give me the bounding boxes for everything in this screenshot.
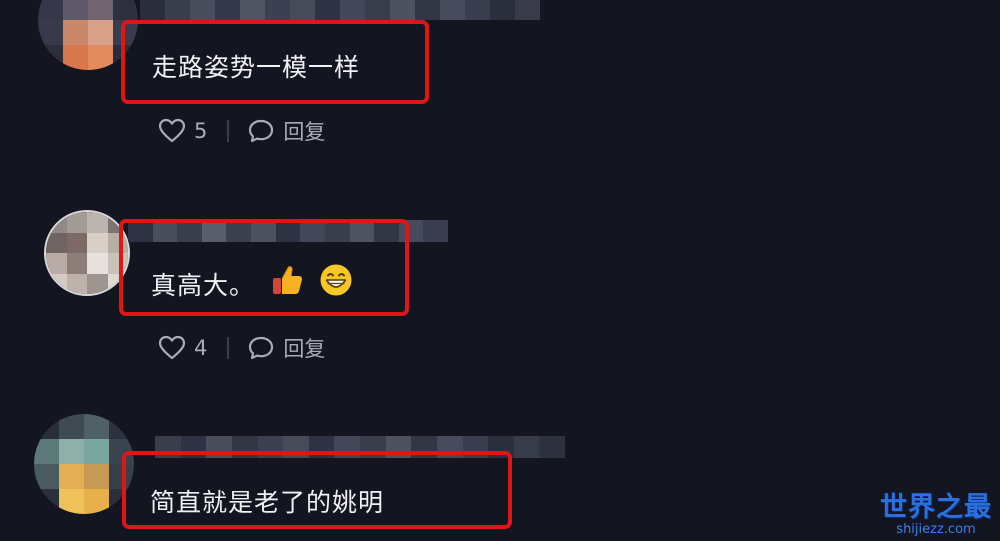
grinning-face-icon (319, 263, 353, 301)
speech-bubble-icon (247, 118, 275, 144)
divider (227, 337, 230, 359)
reply-label: 回复 (283, 120, 326, 144)
divider (227, 120, 230, 142)
watermark-url: shijiezz.com (896, 522, 976, 537)
username[interactable] (140, 0, 540, 20)
comment-text: 真高大。 (151, 271, 256, 300)
reply-button[interactable]: 回复 (247, 116, 325, 146)
heart-icon (158, 118, 186, 144)
thumbs-up-icon (270, 263, 304, 301)
heart-icon (158, 335, 186, 361)
watermark-logo: 世界之最 shijiezz.com (880, 493, 992, 537)
speech-bubble-icon (247, 335, 275, 361)
reply-label: 回复 (283, 337, 326, 361)
like-count: 4 (194, 336, 208, 360)
like-button[interactable]: 5 (158, 118, 207, 144)
reply-button[interactable]: 回复 (247, 333, 325, 363)
comment-text: 走路姿势一模一样 (152, 53, 361, 82)
like-count: 5 (194, 119, 208, 143)
avatar[interactable] (44, 210, 130, 296)
comment-actions: 5 回复 (158, 115, 325, 147)
watermark-title: 世界之最 (880, 492, 992, 523)
comment-text: 简直就是老了的姚明 (150, 488, 385, 517)
comment-actions: 4 回复 (158, 332, 325, 364)
like-button[interactable]: 4 (158, 335, 207, 361)
avatar[interactable] (34, 414, 134, 514)
